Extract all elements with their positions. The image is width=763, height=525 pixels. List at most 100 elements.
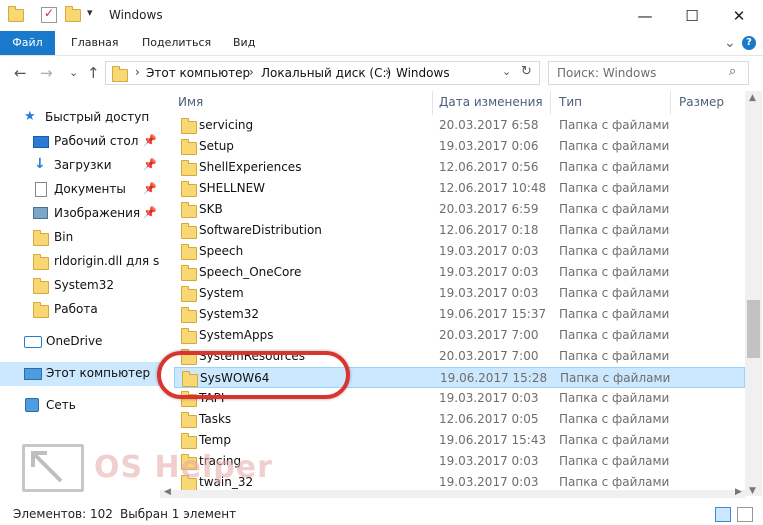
table-row[interactable]: SKB 20.03.2017 6:59 Папка с файлами: [174, 199, 745, 220]
up-button[interactable]: ↑: [87, 64, 100, 82]
breadcrumb-chevron-icon[interactable]: ›: [249, 65, 254, 79]
file-date: 19.03.2017 0:03: [439, 244, 539, 258]
scroll-down-icon[interactable]: ▼: [749, 486, 756, 496]
maximize-button[interactable]: ☐: [669, 0, 715, 31]
file-type: Папка с файлами: [559, 412, 670, 426]
vertical-scrollbar[interactable]: [745, 91, 762, 496]
window-title: Windows: [109, 8, 163, 22]
forward-button[interactable]: →: [40, 64, 53, 82]
folder-icon: [181, 139, 197, 155]
pin-icon[interactable]: 📌: [143, 134, 157, 147]
table-row[interactable]: Speech 19.03.2017 0:03 Папка с файлами: [174, 241, 745, 262]
watermark-text: OS Helper: [94, 450, 273, 485]
table-row[interactable]: System32 19.06.2017 15:37 Папка с файлам…: [174, 304, 745, 325]
navigation-pane: ★ Быстрый доступ Рабочий стол 📌 ↓ Загруз…: [0, 91, 160, 505]
back-button[interactable]: ←: [14, 64, 27, 82]
table-row[interactable]: Tasks 12.06.2017 0:05 Папка с файлами: [174, 409, 745, 430]
column-header-name[interactable]: Имя: [178, 95, 203, 109]
recent-locations-button[interactable]: ⌄: [69, 66, 78, 79]
file-date: 19.03.2017 0:03: [439, 454, 539, 468]
close-button[interactable]: ✕: [716, 0, 762, 31]
table-row[interactable]: SoftwareDistribution 12.06.2017 0:18 Пап…: [174, 220, 745, 241]
column-header-date[interactable]: Дата изменения: [439, 95, 543, 109]
minimize-button[interactable]: —: [622, 0, 668, 31]
tab-share[interactable]: Поделиться: [142, 31, 211, 55]
scroll-right-icon[interactable]: ▶: [735, 487, 742, 497]
computer-icon: [24, 368, 42, 380]
sort-ascending-icon: ^: [298, 91, 307, 97]
sidebar-item-desktop[interactable]: Рабочий стол 📌: [0, 130, 160, 154]
column-divider[interactable]: [670, 91, 671, 115]
breadcrumb-chevron-icon[interactable]: ›: [385, 65, 390, 79]
new-folder-icon[interactable]: [65, 6, 81, 22]
network-icon: [25, 398, 39, 412]
pin-icon[interactable]: 📌: [143, 158, 157, 171]
sidebar-item-system32[interactable]: System32: [0, 274, 160, 298]
sidebar-item-bin[interactable]: Bin: [0, 226, 160, 250]
table-row[interactable]: ShellExperiences 12.06.2017 0:56 Папка с…: [174, 157, 745, 178]
file-date: 12.06.2017 0:56: [439, 160, 539, 174]
tab-view[interactable]: Вид: [233, 31, 255, 55]
breadcrumb-this-pc[interactable]: Этот компьютер: [146, 66, 250, 80]
folder-icon: [181, 223, 197, 239]
file-date: 12.06.2017 0:18: [439, 223, 539, 237]
sidebar-item-onedrive[interactable]: OneDrive: [0, 330, 160, 354]
sidebar-item-network[interactable]: Сеть: [0, 394, 160, 418]
folder-icon: [181, 328, 197, 344]
table-row[interactable]: Setup 19.03.2017 0:06 Папка с файлами: [174, 136, 745, 157]
cursor-arrow-icon: [22, 444, 84, 492]
quick-access-dropdown-icon[interactable]: ▾: [87, 6, 93, 19]
highlight-ring: [157, 351, 350, 399]
pin-icon[interactable]: 📌: [143, 182, 157, 195]
table-row[interactable]: Speech_OneCore 19.03.2017 0:03 Папка с ф…: [174, 262, 745, 283]
breadcrumb-windows[interactable]: Windows: [396, 66, 450, 80]
table-row[interactable]: SHELLNEW 12.06.2017 10:48 Папка с файлам…: [174, 178, 745, 199]
breadcrumb-local-disk[interactable]: Локальный диск (C:): [261, 66, 391, 80]
file-name: System32: [199, 307, 260, 321]
sidebar-item-quick-access[interactable]: ★ Быстрый доступ: [0, 106, 160, 130]
column-divider[interactable]: [432, 91, 433, 115]
folder-icon: [181, 307, 197, 323]
properties-icon[interactable]: ✓: [41, 6, 57, 23]
details-view-icon[interactable]: [715, 507, 731, 522]
scroll-up-icon[interactable]: ▲: [749, 93, 756, 103]
document-icon: [35, 182, 47, 197]
file-date: 19.03.2017 0:03: [439, 391, 539, 405]
onedrive-icon: [24, 336, 42, 348]
search-input[interactable]: Поиск: Windows: [557, 66, 656, 80]
table-row[interactable]: servicing 20.03.2017 6:58 Папка с файлам…: [174, 115, 745, 136]
tab-home[interactable]: Главная: [71, 31, 119, 55]
column-header-type[interactable]: Тип: [559, 95, 582, 109]
sidebar-item-rldorigin[interactable]: rldorigin.dll для sims: [0, 250, 160, 274]
sidebar-item-this-pc[interactable]: Этот компьютер: [0, 362, 160, 386]
folder-icon: [181, 160, 197, 176]
folder-icon[interactable]: [8, 6, 24, 22]
table-row[interactable]: SystemApps 20.03.2017 7:00 Папка с файла…: [174, 325, 745, 346]
sidebar-item-pictures[interactable]: Изображения 📌: [0, 202, 160, 226]
scrollbar-thumb[interactable]: [747, 300, 760, 358]
table-row[interactable]: System 19.03.2017 0:03 Папка с файлами: [174, 283, 745, 304]
address-dropdown-icon[interactable]: ⌄: [502, 65, 511, 78]
sidebar-item-documents[interactable]: Документы 📌: [0, 178, 160, 202]
ribbon-expand-icon[interactable]: ⌄: [724, 31, 736, 55]
tab-file[interactable]: Файл: [0, 31, 55, 55]
watermark: OS Helper: [22, 444, 302, 494]
pin-icon[interactable]: 📌: [143, 206, 157, 219]
sidebar-item-label: OneDrive: [46, 334, 103, 348]
column-divider[interactable]: [550, 91, 551, 115]
file-name: Setup: [199, 139, 234, 153]
refresh-icon[interactable]: ↻: [521, 64, 532, 79]
star-icon: ★: [24, 109, 36, 124]
sidebar-item-work[interactable]: Работа: [0, 298, 160, 322]
file-date: 19.03.2017 0:03: [439, 475, 539, 489]
breadcrumb-chevron-icon[interactable]: ›: [135, 65, 140, 79]
column-header-size[interactable]: Размер: [679, 95, 724, 109]
large-icons-view-icon[interactable]: [737, 507, 753, 522]
search-box[interactable]: Поиск: Windows ⌕: [548, 61, 749, 85]
file-type: Папка с файлами: [559, 160, 670, 174]
sidebar-item-downloads[interactable]: ↓ Загрузки 📌: [0, 154, 160, 178]
help-icon[interactable]: ?: [742, 36, 756, 50]
sidebar-item-label: Этот компьютер: [46, 366, 151, 380]
address-bar[interactable]: › Этот компьютер › Локальный диск (C:) ›…: [105, 61, 540, 85]
file-date: 19.03.2017 0:06: [439, 139, 539, 153]
